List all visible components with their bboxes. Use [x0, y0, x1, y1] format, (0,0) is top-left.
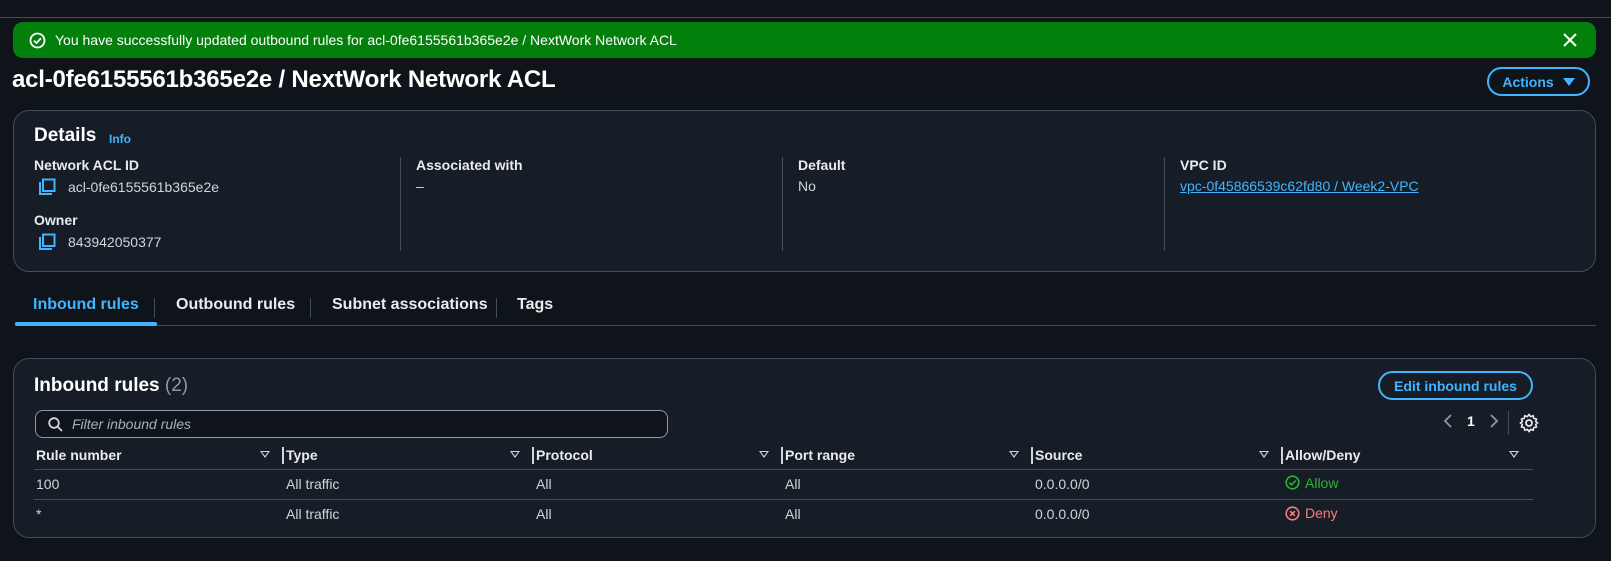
- filter-inbound-rules-input[interactable]: [72, 416, 632, 432]
- column-header-label: Source: [1035, 446, 1083, 463]
- filter-search-box[interactable]: [35, 410, 668, 438]
- actions-button[interactable]: Actions: [1487, 67, 1590, 96]
- search-icon: [48, 416, 63, 432]
- sort-caret-icon[interactable]: [510, 451, 520, 458]
- column-header-label: Protocol: [536, 446, 593, 463]
- details-column-id: Network ACL ID acl-0fe6155561b365e2e Own…: [34, 157, 219, 251]
- network-acl-id-value: acl-0fe6155561b365e2e: [34, 178, 219, 196]
- column-divider: [1164, 157, 1165, 251]
- table-header-row: Rule number Type Protocol Port range Sou…: [34, 441, 1533, 470]
- vpc-id-value: vpc-0f45866539c62fd80 / Week2-VPC: [1180, 178, 1419, 194]
- success-flash-banner: You have successfully updated outbound r…: [13, 22, 1596, 58]
- inbound-rules-title-text: Inbound rules: [34, 375, 160, 396]
- column-header-allow-deny[interactable]: Allow/Deny: [1283, 441, 1533, 470]
- vpc-id-label: VPC ID: [1180, 157, 1227, 173]
- column-header-label: Allow/Deny: [1285, 446, 1361, 463]
- network-acl-id-label: Network ACL ID: [34, 157, 140, 173]
- allow-deny-cell: Deny: [1283, 499, 1533, 529]
- column-header-label: Type: [286, 446, 318, 463]
- allow-status: Allow: [1285, 475, 1338, 491]
- port-range-cell: All: [785, 506, 801, 523]
- flash-message: You have successfully updated outbound r…: [55, 32, 677, 48]
- info-link[interactable]: Info: [109, 132, 131, 146]
- rule-number-cell: *: [36, 506, 42, 523]
- table-row[interactable]: 100 All traffic All All 0.0.0.0/0 Allow: [34, 469, 1533, 500]
- page-number[interactable]: 1: [1467, 413, 1475, 429]
- page-title: acl-0fe6155561b365e2e / NextWork Network…: [12, 66, 556, 93]
- rule-number-cell: 100: [34, 469, 284, 500]
- check-circle-icon: [1285, 475, 1300, 490]
- top-nav-border: [0, 0, 1611, 18]
- column-header-port-range[interactable]: Port range: [783, 441, 1033, 470]
- copy-icon[interactable]: [38, 178, 56, 196]
- tab-inbound-rules[interactable]: Inbound rules: [33, 296, 139, 314]
- caret-down-icon: [1562, 77, 1575, 86]
- allow-text: Allow: [1305, 474, 1339, 491]
- type-cell: All traffic: [286, 506, 340, 523]
- network-acl-id-text: acl-0fe6155561b365e2e: [68, 179, 220, 195]
- tab-bar: Inbound rules Outbound rules Subnet asso…: [15, 288, 1596, 326]
- column-divider: [782, 157, 783, 251]
- chevron-left-icon[interactable]: [1443, 413, 1453, 429]
- owner-text: 843942050377: [68, 234, 162, 250]
- details-column-associated: Associated with –: [416, 157, 523, 194]
- sort-caret-icon[interactable]: [1009, 451, 1019, 458]
- owner-value: 843942050377: [34, 233, 219, 251]
- x-circle-icon: [1285, 505, 1300, 521]
- protocol-cell: All: [536, 506, 552, 523]
- sort-caret-icon[interactable]: [1259, 451, 1269, 458]
- column-header-label: Port range: [785, 446, 856, 463]
- deny-status: Deny: [1285, 505, 1338, 521]
- sort-caret-icon[interactable]: [1509, 451, 1519, 458]
- column-header-rule-number[interactable]: Rule number: [34, 441, 284, 470]
- details-column-vpc: VPC ID vpc-0f45866539c62fd80 / Week2-VPC: [1180, 157, 1419, 194]
- success-circle-icon: [29, 32, 46, 49]
- default-label: Default: [798, 157, 846, 173]
- close-icon[interactable]: [1560, 30, 1580, 50]
- column-header-type[interactable]: Type: [284, 441, 534, 470]
- details-column-default: Default No: [798, 157, 845, 194]
- details-title: Details: [34, 125, 97, 146]
- tab-tags[interactable]: Tags: [517, 296, 553, 314]
- deny-text: Deny: [1305, 505, 1338, 521]
- column-header-source[interactable]: Source: [1033, 441, 1283, 470]
- tab-outbound-rules[interactable]: Outbound rules: [176, 296, 295, 314]
- table-row[interactable]: * All traffic All All 0.0.0.0/0 Deny: [34, 499, 1533, 529]
- source-cell: 0.0.0.0/0: [1033, 469, 1283, 500]
- active-tab-indicator: [15, 322, 157, 326]
- pagination: 1: [1443, 413, 1499, 429]
- sort-caret-icon[interactable]: [759, 451, 769, 458]
- tab-subnet-associations[interactable]: Subnet associations: [332, 296, 488, 314]
- inbound-rules-title: Inbound rules (2): [34, 375, 188, 397]
- inbound-rules-panel: Inbound rules (2) Edit inbound rules 1 R…: [13, 358, 1596, 538]
- allow-deny-cell: Allow: [1283, 469, 1533, 500]
- inbound-rules-table: Rule number Type Protocol Port range Sou…: [34, 441, 1533, 529]
- rules-count: (2): [164, 375, 189, 396]
- sort-caret-icon[interactable]: [260, 451, 270, 458]
- column-header-label: Rule number: [36, 446, 122, 463]
- edit-inbound-rules-button[interactable]: Edit inbound rules: [1378, 371, 1533, 400]
- default-value: No: [798, 178, 816, 194]
- column-header-protocol[interactable]: Protocol: [534, 441, 783, 470]
- type-cell: All traffic: [284, 469, 534, 500]
- owner-label: Owner: [34, 212, 78, 228]
- column-divider: [400, 157, 401, 251]
- chevron-right-icon[interactable]: [1489, 413, 1499, 429]
- tab-divider: [154, 298, 155, 318]
- port-range-cell: All: [783, 469, 1033, 500]
- associated-with-value: –: [416, 178, 424, 194]
- actions-label: Actions: [1502, 73, 1554, 90]
- tab-divider: [310, 298, 311, 318]
- associated-with-label: Associated with: [416, 157, 523, 173]
- protocol-cell: All: [534, 469, 783, 500]
- vpc-id-link[interactable]: vpc-0f45866539c62fd80 / Week2-VPC: [1180, 178, 1419, 194]
- source-cell: 0.0.0.0/0: [1035, 506, 1090, 523]
- pagination-divider: [1508, 411, 1509, 435]
- gear-icon[interactable]: [1519, 413, 1539, 433]
- copy-icon[interactable]: [38, 233, 56, 251]
- tab-divider: [496, 298, 497, 318]
- details-panel: Details Info Network ACL ID acl-0fe61555…: [13, 110, 1596, 272]
